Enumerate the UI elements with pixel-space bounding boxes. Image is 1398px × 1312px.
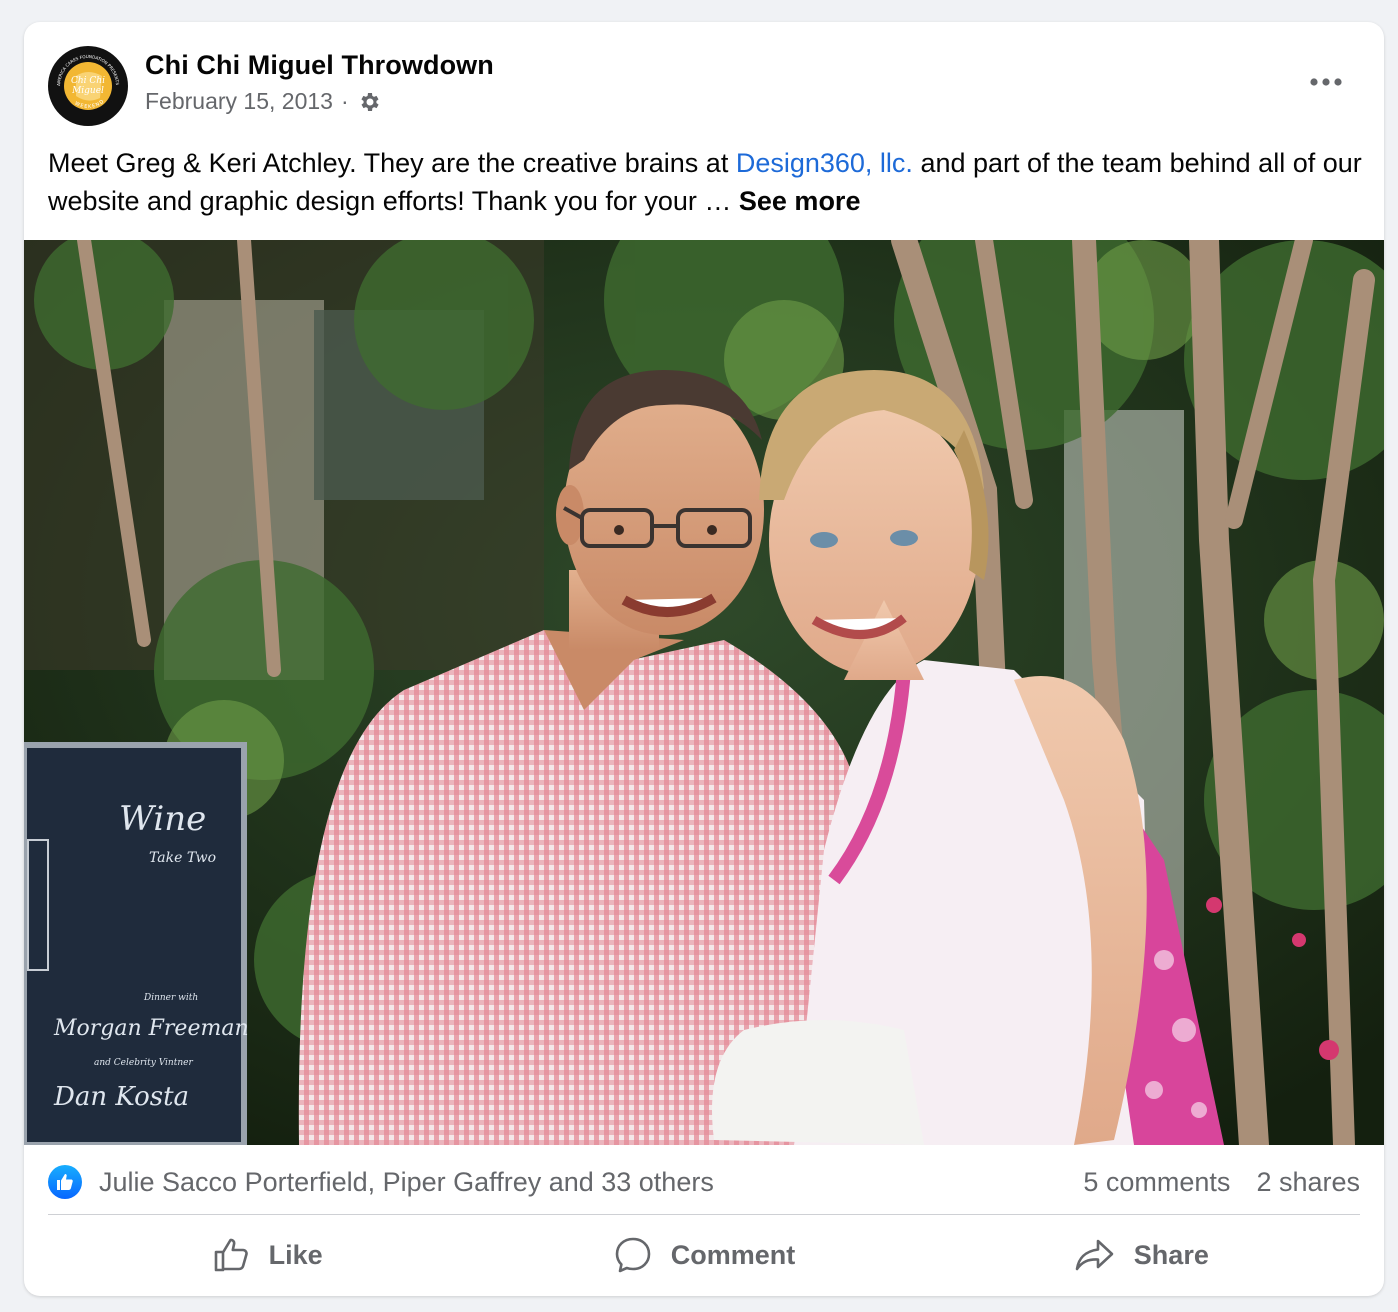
post-meta: February 15, 2013 · [145, 88, 381, 115]
photo-couple: Wine Take Two Dinner with Morgan Freeman… [24, 240, 1384, 1145]
svg-text:Chi Chi: Chi Chi [71, 76, 105, 86]
post-date[interactable]: February 15, 2013 [145, 88, 333, 115]
reactors-list[interactable]: Julie Sacco Porterfield, Piper Gaffrey a… [99, 1167, 714, 1198]
like-icon[interactable] [48, 1165, 82, 1199]
post-stats: 5 comments 2 shares [1083, 1167, 1360, 1198]
sign-text-dinner: Dinner with [143, 993, 198, 1003]
post-text: Meet Greg & Keri Atchley. They are the c… [48, 144, 1368, 220]
action-bar: Like Comment Share [48, 1226, 1360, 1284]
comment-button[interactable]: Comment [485, 1226, 922, 1284]
comment-label: Comment [670, 1239, 796, 1270]
like-button[interactable]: Like [48, 1226, 485, 1284]
page-name[interactable]: Chi Chi Miguel Throwdown [145, 50, 494, 81]
post-photo[interactable]: Wine Take Two Dinner with Morgan Freeman… [24, 240, 1384, 1145]
design360-link[interactable]: Design360, llc. [736, 148, 913, 178]
share-button[interactable]: Share [923, 1226, 1360, 1284]
gear-icon[interactable] [357, 90, 381, 114]
more-options-button[interactable] [1304, 67, 1348, 97]
see-more-button[interactable]: See more [739, 186, 861, 216]
shares-count[interactable]: 2 shares [1256, 1167, 1360, 1198]
divider [48, 1214, 1360, 1215]
post-card: Chi Chi Miguel AMERICA CARES FOUNDATION … [24, 22, 1384, 1296]
thumbs-up-icon [214, 1238, 248, 1272]
reactions-row: Julie Sacco Porterfield, Piper Gaffrey a… [48, 1162, 1360, 1202]
sign-text-vintner: and Celebrity Vintner [94, 1058, 193, 1068]
meta-separator: · [340, 88, 349, 114]
sign-text-dan: Dan Kosta [53, 1082, 189, 1112]
comments-count[interactable]: 5 comments [1083, 1167, 1230, 1198]
ellipsis-icon [1310, 78, 1342, 86]
comment-icon [615, 1237, 651, 1273]
svg-text:Miguel: Miguel [71, 86, 104, 96]
post-text-intro: Meet Greg & Keri Atchley. They are the c… [48, 148, 736, 178]
page-avatar[interactable]: Chi Chi Miguel AMERICA CARES FOUNDATION … [48, 46, 128, 126]
share-icon [1075, 1239, 1114, 1271]
sign-text-wine: Wine [119, 799, 206, 839]
share-label: Share [1133, 1239, 1209, 1270]
like-label: Like [268, 1239, 323, 1270]
sign-text-take-two: Take Two [149, 850, 216, 866]
chi-chi-miguel-logo: Chi Chi Miguel AMERICA CARES FOUNDATION … [49, 47, 127, 125]
sign-text-morgan: Morgan Freeman [53, 1016, 249, 1041]
